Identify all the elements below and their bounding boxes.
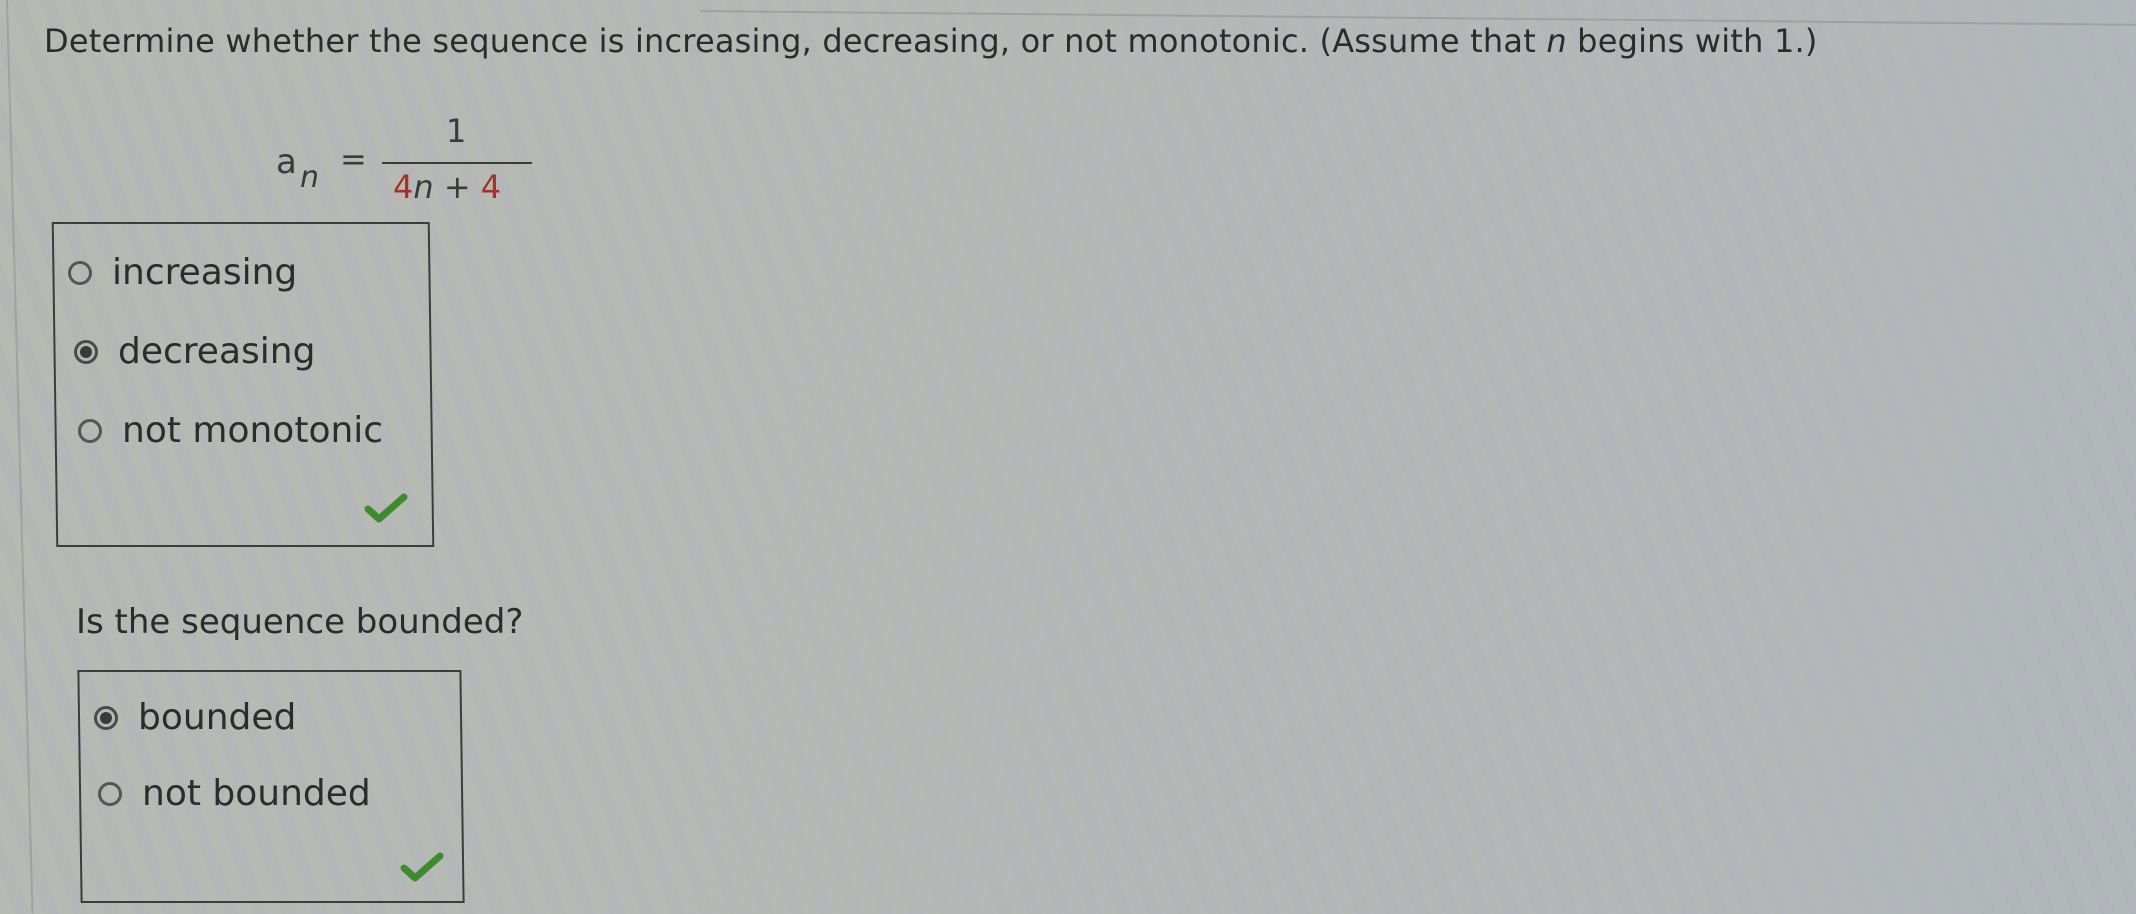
question-prompt: Determine whether the sequence is increa… bbox=[44, 22, 1818, 60]
denominator-constant: 4 bbox=[480, 168, 502, 206]
question-suffix: begins with 1.) bbox=[1566, 22, 1818, 60]
radio-not-monotonic[interactable] bbox=[78, 418, 102, 443]
radio-not-bounded[interactable] bbox=[98, 781, 122, 806]
option-increasing[interactable]: increasing bbox=[68, 252, 297, 293]
question-variable: n bbox=[1546, 22, 1567, 60]
option-label: decreasing bbox=[118, 331, 316, 372]
radio-increasing[interactable] bbox=[68, 260, 92, 285]
denominator-variable: n bbox=[413, 168, 434, 206]
option-label: bounded bbox=[138, 697, 297, 738]
option-not-bounded[interactable]: not bounded bbox=[98, 773, 371, 814]
formula-numerator: 1 bbox=[446, 112, 467, 150]
option-not-monotonic[interactable]: not monotonic bbox=[78, 410, 383, 451]
formula-equals: = bbox=[340, 140, 367, 178]
left-divider bbox=[6, 0, 34, 914]
option-bounded[interactable]: bounded bbox=[94, 697, 296, 738]
formula-lhs-base: a bbox=[276, 142, 297, 182]
radio-decreasing[interactable] bbox=[74, 339, 98, 364]
option-decreasing[interactable]: decreasing bbox=[74, 331, 315, 372]
option-label: increasing bbox=[112, 252, 298, 293]
checkmark-icon bbox=[364, 493, 408, 523]
denominator-operator: + bbox=[433, 168, 481, 206]
fraction-bar bbox=[382, 162, 532, 164]
checkmark-icon bbox=[400, 852, 444, 882]
option-label: not monotonic bbox=[122, 410, 384, 451]
bounded-question: Is the sequence bounded? bbox=[76, 602, 524, 642]
denominator-coefficient: 4 bbox=[393, 168, 414, 206]
option-label: not bounded bbox=[142, 773, 371, 814]
radio-bounded[interactable] bbox=[94, 705, 118, 730]
formula-lhs-subscript: n bbox=[300, 160, 320, 195]
question-prefix: Determine whether the sequence is increa… bbox=[44, 22, 1547, 60]
formula-denominator: 4n + 4 bbox=[393, 168, 501, 206]
